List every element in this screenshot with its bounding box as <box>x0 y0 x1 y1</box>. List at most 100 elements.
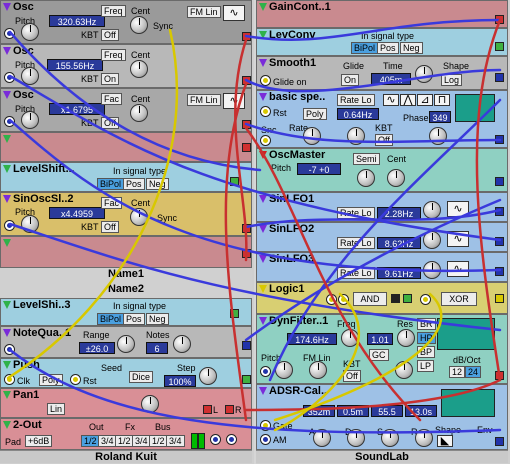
step-display[interactable]: 100% <box>164 375 196 387</box>
oscmaster-module[interactable]: OscMaster Pitch -7 +0 Semi Cent <box>256 148 508 192</box>
rate-knob[interactable] <box>423 231 441 249</box>
sinlfo1-module[interactable]: SinLFO1 Rate Lo 2.28Hz ∿ <box>256 192 508 222</box>
reset-input-jack[interactable] <box>261 107 270 116</box>
notequant-module[interactable]: NoteQua..1 Range ±26.0 Notes 6 <box>0 326 252 358</box>
mod-knob[interactable] <box>347 127 365 145</box>
neg-option[interactable]: Neg <box>146 313 169 325</box>
module-menu-icon[interactable] <box>3 301 11 309</box>
poly-button[interactable]: Poly <box>39 374 63 386</box>
osc-output-jack[interactable] <box>242 76 251 85</box>
logic-input-b-jack[interactable] <box>339 295 348 304</box>
pitch-knob[interactable] <box>21 23 39 41</box>
lp-mode-button[interactable]: LP <box>417 360 435 372</box>
osc-module-3[interactable]: Osc Pitch x1.6795 Fac Cent KBT Off FM Li… <box>0 88 252 132</box>
kbt-button[interactable]: On <box>101 73 120 85</box>
module-menu-icon[interactable] <box>3 195 11 203</box>
range-knob[interactable] <box>117 335 135 353</box>
output-jack[interactable] <box>230 177 239 186</box>
release-knob[interactable] <box>415 429 433 447</box>
decay-knob[interactable] <box>347 429 365 447</box>
phase-knob[interactable] <box>429 127 447 145</box>
kbt-button[interactable]: Off <box>101 29 119 41</box>
bp-mode-button[interactable]: BP <box>417 346 436 358</box>
module-menu-icon[interactable] <box>259 387 267 395</box>
rate-display[interactable]: 0.64Hz <box>337 108 379 120</box>
saw-wave-icon[interactable]: ⊿ <box>417 94 433 106</box>
input-jack[interactable] <box>5 345 14 354</box>
lin-button[interactable]: Lin <box>47 403 66 415</box>
semi-knob[interactable] <box>357 169 375 187</box>
module-menu-icon[interactable] <box>3 3 11 11</box>
cent-knob[interactable] <box>130 104 148 122</box>
attack-knob[interactable] <box>313 429 331 447</box>
osc-module-1[interactable]: Osc Pitch 320.63Hz Freq Cent KBT Off Syn… <box>0 0 252 44</box>
res-display[interactable]: 1.01 <box>367 333 393 345</box>
time-knob[interactable] <box>415 65 433 83</box>
bipol-option[interactable]: BiPol <box>97 313 125 325</box>
fac-display[interactable]: x4.4959 <box>49 207 105 219</box>
output-jack[interactable] <box>242 249 251 258</box>
output-jack[interactable] <box>242 341 251 350</box>
filter-output-jack[interactable] <box>495 371 504 380</box>
module-menu-icon[interactable] <box>3 329 11 337</box>
rate-lo-button[interactable]: Rate Lo <box>337 94 375 106</box>
rate-knob[interactable] <box>423 261 441 279</box>
module-menu-icon[interactable] <box>259 3 267 11</box>
xor-output-jack[interactable] <box>495 294 504 303</box>
pitch-input-jack[interactable] <box>5 221 14 230</box>
right-output-jack[interactable] <box>225 405 234 414</box>
logic-module[interactable]: Logic1 AND XOR <box>256 282 508 314</box>
left-input-jack[interactable] <box>211 435 220 444</box>
envelope-output-jack[interactable] <box>495 437 504 446</box>
sync-input-jack[interactable] <box>261 136 270 145</box>
module-menu-icon[interactable] <box>259 93 267 101</box>
left-output-jack[interactable] <box>203 405 212 414</box>
module-menu-icon[interactable] <box>3 361 11 369</box>
notes-display[interactable]: 6 <box>146 342 168 354</box>
module-menu-icon[interactable] <box>259 31 267 39</box>
semi-button[interactable]: Semi <box>353 153 380 165</box>
kbt-button[interactable]: Off <box>343 370 361 382</box>
dynfilter-module[interactable]: DynFilter..1 Freq 174.6Hz Res 1.01 GC BR… <box>256 314 508 384</box>
pan-knob[interactable] <box>141 395 159 413</box>
levconv-module[interactable]: LevConv In signal type BiPol Pos Neg <box>256 28 508 56</box>
output-jack[interactable] <box>230 309 239 318</box>
freq-button[interactable]: Freq <box>101 5 126 17</box>
module-menu-icon[interactable] <box>3 391 11 399</box>
two-out-module[interactable]: 2-Out Pad +6dB Out Fx Bus 1/2 3/4 1/2 3/… <box>0 418 252 450</box>
logic-input-c-jack[interactable] <box>421 295 430 304</box>
pitch-output-jack[interactable] <box>495 177 504 186</box>
sine-wave-icon[interactable]: ∿ <box>383 94 399 106</box>
module-menu-icon[interactable] <box>259 317 267 325</box>
poly-button[interactable]: Poly <box>303 108 327 120</box>
module-menu-icon[interactable] <box>259 285 267 293</box>
sine-wave-icon[interactable]: ∿ <box>447 261 469 277</box>
pitch-input-jack[interactable] <box>261 367 270 376</box>
sinlfo2-module[interactable]: SinLFO2 Rate Lo 8.62Hz ∿ <box>256 222 508 252</box>
module-menu-icon[interactable] <box>259 225 267 233</box>
sinosc-module[interactable]: SinOscSl..2 Pitch x4.4959 Fac Cent KBT O… <box>0 192 252 236</box>
decay-display[interactable]: 0.5m <box>337 405 369 417</box>
freq-display[interactable]: 155.56Hz <box>47 59 103 71</box>
pitch-display[interactable]: -7 +0 <box>297 163 341 175</box>
sinlfo3-module[interactable]: SinLFO3 Rate Lo 9.61Hz ∿ <box>256 252 508 282</box>
sine-wave-icon[interactable]: ∿ <box>223 93 245 109</box>
am-input-jack[interactable] <box>261 435 270 444</box>
gate-input-jack[interactable] <box>261 421 270 430</box>
pitch-knob[interactable] <box>21 215 39 233</box>
osc-output-jack[interactable] <box>242 32 251 41</box>
module-menu-icon[interactable] <box>3 135 11 143</box>
phase-display[interactable]: 349 <box>429 111 451 123</box>
module-menu-icon[interactable] <box>259 255 267 263</box>
module-menu-icon[interactable] <box>3 91 11 99</box>
pitch-input-jack[interactable] <box>5 73 14 82</box>
push-module[interactable]: Push Clk Poly Rst Seed Dice Step 100% <box>0 358 252 388</box>
pitch-knob[interactable] <box>21 111 39 129</box>
fm-lin-button[interactable]: FM Lin <box>187 6 221 18</box>
pan-module[interactable]: Pan1 Lin L R <box>0 388 252 418</box>
out-34-button[interactable]: 3/4 <box>98 435 117 447</box>
levelshift-module[interactable]: LevelShift... In signal type BiPol Pos N… <box>0 162 252 192</box>
kbt-button[interactable]: Off <box>375 134 393 146</box>
range-display[interactable]: ±26.0 <box>79 342 115 354</box>
fac-button[interactable]: Fac <box>101 93 123 105</box>
